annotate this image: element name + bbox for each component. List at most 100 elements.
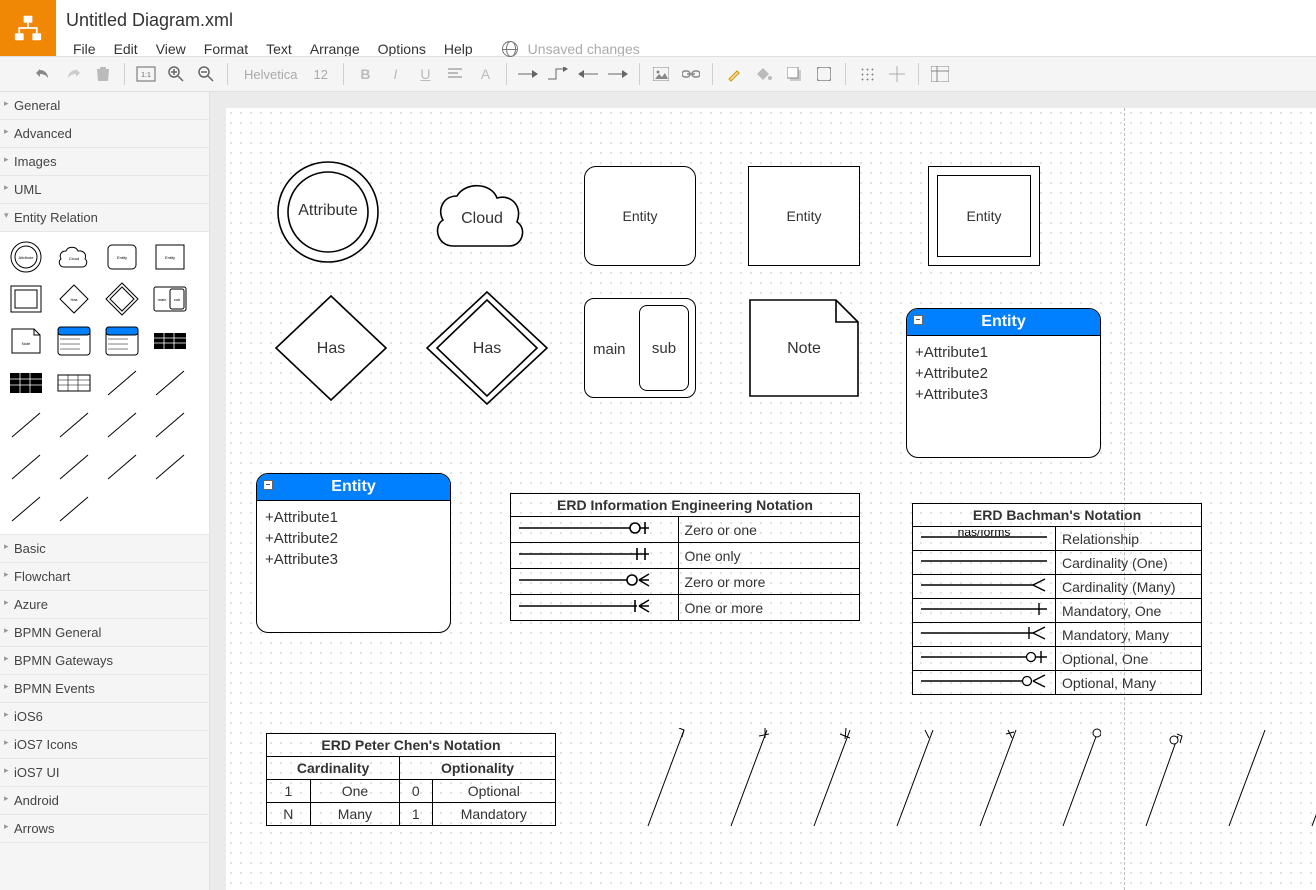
palette-category[interactable]: Android bbox=[0, 787, 209, 815]
palette-shape[interactable] bbox=[52, 406, 96, 444]
shape-entity-double[interactable]: Entity bbox=[928, 166, 1040, 266]
table-cell: Mandatory, Many bbox=[1056, 623, 1202, 647]
shape-has-diamond-double[interactable]: Has bbox=[422, 288, 552, 411]
globe-icon[interactable] bbox=[502, 41, 518, 57]
document-title[interactable]: Untitled Diagram.xml bbox=[64, 6, 640, 35]
palette-category[interactable]: Advanced bbox=[0, 120, 209, 148]
align-button[interactable] bbox=[440, 60, 470, 88]
line-start-button[interactable] bbox=[573, 60, 603, 88]
actual-size-button[interactable]: 1:1 bbox=[131, 60, 161, 88]
palette-shape[interactable] bbox=[52, 448, 96, 486]
palette-shape[interactable] bbox=[100, 322, 144, 360]
palette-shape[interactable] bbox=[52, 490, 96, 528]
svg-text:Has: Has bbox=[70, 297, 77, 302]
shape-attr: +Attribute1 bbox=[265, 507, 442, 528]
canvas[interactable]: Attribute Cloud Entity Entity Entity Has bbox=[226, 108, 1316, 890]
redo-button[interactable] bbox=[58, 60, 88, 88]
palette-category[interactable]: iOS6 bbox=[0, 703, 209, 731]
palette-shape[interactable]: Note bbox=[4, 322, 48, 360]
grid-button[interactable] bbox=[852, 60, 882, 88]
zoom-in-button[interactable] bbox=[161, 60, 191, 88]
palette-shape[interactable] bbox=[52, 322, 96, 360]
connector-samples[interactable] bbox=[646, 728, 1316, 828]
shape-attr: +Attribute1 bbox=[915, 342, 1092, 363]
palette-category[interactable]: UML bbox=[0, 176, 209, 204]
shape-has-diamond[interactable]: Has bbox=[266, 288, 396, 411]
palette-category[interactable]: BPMN Events bbox=[0, 675, 209, 703]
shape-cloud[interactable]: Cloud bbox=[422, 168, 542, 261]
erd-peterchen-table[interactable]: ERD Peter Chen's Notation CardinalityOpt… bbox=[266, 733, 556, 826]
shape-entity-rect[interactable]: Entity bbox=[748, 166, 860, 266]
underline-button[interactable]: U bbox=[410, 60, 440, 88]
palette-shape[interactable] bbox=[148, 322, 192, 360]
shape-entity-class[interactable]: –Entity +Attribute1 +Attribute2 +Attribu… bbox=[906, 308, 1101, 458]
line-end-button[interactable] bbox=[603, 60, 633, 88]
table-cell: Zero or more bbox=[678, 569, 859, 595]
palette-category[interactable]: BPMN Gateways bbox=[0, 647, 209, 675]
palette-category[interactable]: Azure bbox=[0, 591, 209, 619]
shape-note[interactable]: Note bbox=[748, 298, 860, 401]
insert-image-button[interactable] bbox=[646, 60, 676, 88]
erd-bachman-table[interactable]: ERD Bachman's Notation has/formsRelation… bbox=[912, 503, 1202, 695]
erd-ie-table[interactable]: ERD Information Engineering Notation Zer… bbox=[510, 493, 860, 621]
palette-shape[interactable] bbox=[52, 364, 96, 402]
palette-category-active[interactable]: Entity Relation bbox=[0, 204, 209, 232]
shadow-button[interactable] bbox=[779, 60, 809, 88]
svg-text:main: main bbox=[158, 297, 167, 302]
palette-shape[interactable] bbox=[148, 364, 192, 402]
rounded-button[interactable] bbox=[809, 60, 839, 88]
table-cell: One or more bbox=[678, 595, 859, 621]
palette-category[interactable]: Flowchart bbox=[0, 563, 209, 591]
connection-button[interactable] bbox=[513, 60, 543, 88]
palette-shape[interactable] bbox=[4, 406, 48, 444]
waypoints-button[interactable] bbox=[543, 60, 573, 88]
line-color-button[interactable] bbox=[719, 60, 749, 88]
collapse-icon[interactable]: – bbox=[913, 315, 923, 325]
fill-color-button[interactable] bbox=[749, 60, 779, 88]
toolbar: 1:1 Helvetica 12 B I U A bbox=[0, 56, 1316, 92]
palette-shape[interactable]: Entity bbox=[148, 238, 192, 276]
palette-shape[interactable]: Cloud bbox=[52, 238, 96, 276]
palette-shape[interactable] bbox=[4, 280, 48, 318]
collapse-icon[interactable]: – bbox=[263, 480, 273, 490]
italic-button[interactable]: I bbox=[380, 60, 410, 88]
palette-shape[interactable] bbox=[4, 448, 48, 486]
undo-button[interactable] bbox=[28, 60, 58, 88]
palette-shape[interactable] bbox=[4, 490, 48, 528]
palette-category[interactable]: Arrows bbox=[0, 815, 209, 843]
shape-label: Has bbox=[266, 340, 396, 358]
palette-shape[interactable]: Has bbox=[52, 280, 96, 318]
zoom-out-button[interactable] bbox=[191, 60, 221, 88]
palette-shape[interactable] bbox=[148, 406, 192, 444]
font-color-button[interactable]: A bbox=[470, 60, 500, 88]
shape-attr: +Attribute2 bbox=[265, 528, 442, 549]
shape-entity-class[interactable]: –Entity +Attribute1 +Attribute2 +Attribu… bbox=[256, 473, 451, 633]
palette-shape[interactable]: mainsub bbox=[148, 280, 192, 318]
palette-shape[interactable] bbox=[100, 448, 144, 486]
palette-shape[interactable] bbox=[100, 280, 144, 318]
palette-shape[interactable] bbox=[100, 406, 144, 444]
palette-category[interactable]: iOS7 UI bbox=[0, 759, 209, 787]
palette-category[interactable]: iOS7 Icons bbox=[0, 731, 209, 759]
palette-shape[interactable] bbox=[148, 448, 192, 486]
font-size-select[interactable]: 12 bbox=[307, 65, 337, 84]
shape-entity-rounded[interactable]: Entity bbox=[584, 166, 696, 266]
palette-shape[interactable]: Attribute bbox=[4, 238, 48, 276]
guides-button[interactable] bbox=[882, 60, 912, 88]
palette-category[interactable]: Basic bbox=[0, 535, 209, 563]
delete-button[interactable] bbox=[88, 60, 118, 88]
shape-main-sub[interactable]: sub main bbox=[584, 298, 696, 398]
font-family-select[interactable]: Helvetica bbox=[234, 65, 307, 84]
shape-attr: +Attribute2 bbox=[915, 363, 1092, 384]
palette-category[interactable]: General bbox=[0, 92, 209, 120]
insert-link-button[interactable] bbox=[676, 60, 706, 88]
layout-button[interactable] bbox=[925, 60, 955, 88]
shape-attribute[interactable]: Attribute bbox=[268, 158, 388, 269]
palette-category[interactable]: Images bbox=[0, 148, 209, 176]
palette-shape[interactable] bbox=[100, 364, 144, 402]
palette-category[interactable]: BPMN General bbox=[0, 619, 209, 647]
bold-button[interactable]: B bbox=[350, 60, 380, 88]
table-title: ERD Information Engineering Notation bbox=[511, 494, 860, 517]
palette-shape[interactable]: Entity bbox=[100, 238, 144, 276]
palette-shape[interactable] bbox=[4, 364, 48, 402]
